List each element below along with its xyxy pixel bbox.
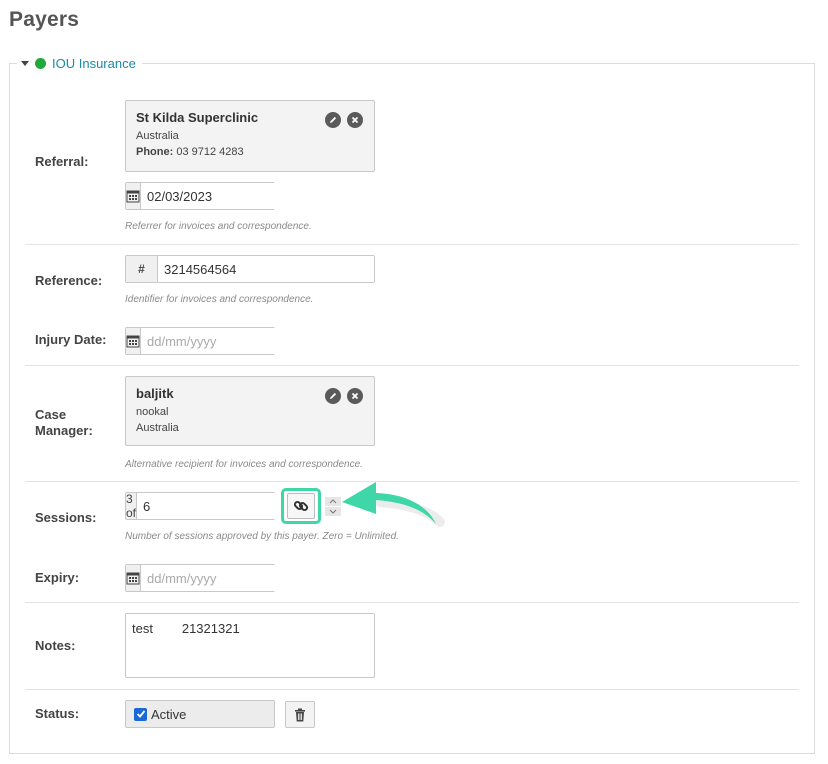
- payer-legend[interactable]: IOU Insurance: [17, 54, 142, 72]
- trash-icon: [295, 708, 305, 721]
- sessions-label: Sessions:: [35, 510, 97, 525]
- referral-phone-value: 03 9712 4283: [176, 146, 244, 158]
- status-value: Active: [151, 706, 187, 722]
- caret-down-icon[interactable]: [21, 60, 29, 66]
- page-title: Payers: [9, 8, 80, 31]
- referral-card: St Kilda Superclinic Australia Phone: 03…: [125, 100, 375, 172]
- expiry-field[interactable]: [125, 564, 329, 592]
- reference-input[interactable]: [158, 256, 374, 282]
- reference-label: Reference:: [35, 273, 103, 288]
- expiry-label: Expiry:: [35, 570, 80, 585]
- link-icon[interactable]: [287, 493, 315, 519]
- remove-icon[interactable]: [347, 388, 363, 404]
- calendar-icon[interactable]: [126, 565, 141, 591]
- case-manager-label-line2: Manager:: [35, 423, 93, 438]
- link-button[interactable]: [281, 488, 321, 524]
- arrow-callout-icon: [342, 482, 445, 527]
- notes-label: Notes:: [35, 638, 76, 653]
- sessions-help: Number of sessions approved by this paye…: [125, 531, 399, 542]
- status-toggle[interactable]: Active: [125, 700, 275, 728]
- edit-icon[interactable]: [325, 388, 341, 404]
- hash-icon: #: [126, 256, 158, 282]
- divider: [25, 689, 799, 690]
- referral-phone: Phone: 03 9712 4283: [136, 144, 364, 160]
- case-manager-country: Australia: [136, 422, 179, 434]
- sessions-prefix: 3 of: [126, 492, 137, 520]
- reference-field[interactable]: #: [125, 255, 375, 283]
- divider: [25, 365, 799, 366]
- expiry-input[interactable]: [141, 565, 329, 591]
- case-manager-card: baljitk nookal Australia: [125, 376, 375, 446]
- divider: [25, 244, 799, 245]
- referral-date-input[interactable]: [141, 183, 329, 209]
- divider: [25, 602, 799, 603]
- remove-icon[interactable]: [347, 112, 363, 128]
- referral-help: Referrer for invoices and correspondence…: [125, 221, 312, 232]
- referral-label: Referral:: [35, 154, 89, 169]
- checkbox-icon[interactable]: [134, 707, 147, 721]
- payer-name[interactable]: IOU Insurance: [52, 56, 136, 71]
- case-manager-label: Case Manager:: [35, 407, 93, 439]
- status-dot-icon: [35, 57, 46, 69]
- calendar-icon[interactable]: [126, 328, 141, 354]
- injury-date-input[interactable]: [141, 328, 329, 354]
- referral-phone-label: Phone:: [136, 146, 174, 158]
- referral-date-field[interactable]: [125, 182, 329, 210]
- edit-icon[interactable]: [325, 112, 341, 128]
- notes-textarea[interactable]: test 21321321: [125, 613, 375, 678]
- referral-country: Australia: [136, 130, 179, 142]
- case-manager-help: Alternative recipient for invoices and c…: [125, 459, 363, 470]
- status-label: Status:: [35, 706, 80, 721]
- reference-help: Identifier for invoices and corresponden…: [125, 294, 314, 305]
- case-manager-label-line1: Case: [35, 407, 67, 422]
- case-manager-line2: nookal: [136, 406, 169, 418]
- sessions-field[interactable]: 3 of: [125, 492, 341, 520]
- injury-date-label: Injury Date:: [35, 332, 107, 347]
- delete-button[interactable]: [285, 701, 315, 728]
- injury-date-field[interactable]: [125, 327, 329, 355]
- calendar-icon[interactable]: [126, 183, 141, 209]
